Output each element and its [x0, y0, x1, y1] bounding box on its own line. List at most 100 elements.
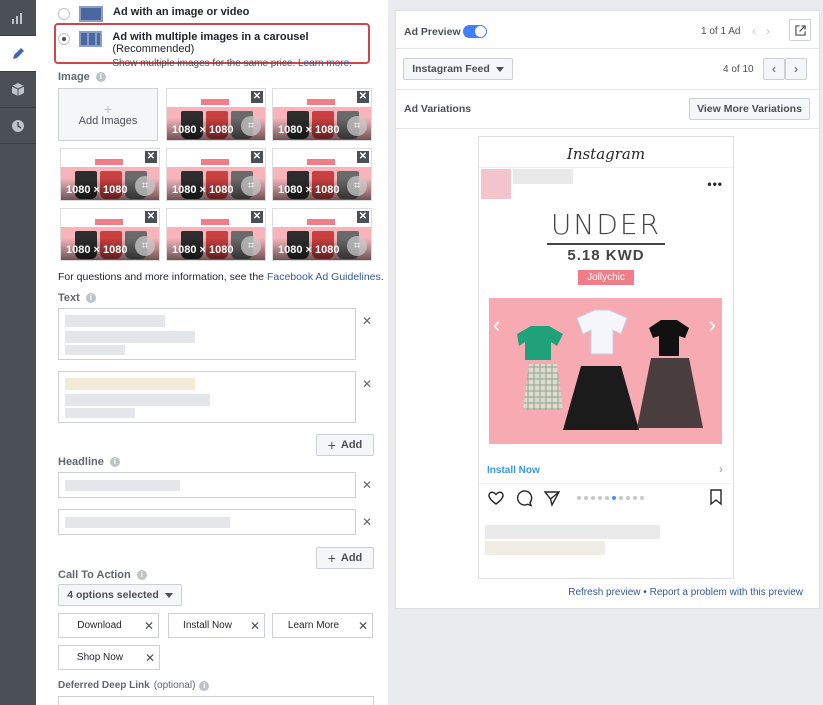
- rail-assets[interactable]: [0, 72, 36, 108]
- next-placement-button[interactable]: ›: [785, 58, 807, 80]
- thumb-size: 1080 × 1080: [172, 244, 234, 256]
- report-problem-link[interactable]: Report a problem with this preview: [650, 587, 803, 598]
- chevron-left-icon: ‹: [772, 62, 776, 76]
- cta-chip-learn-more[interactable]: Learn More ✕: [272, 613, 373, 638]
- add-text-button[interactable]: + Add: [316, 434, 374, 456]
- rail-reports[interactable]: [0, 0, 36, 36]
- cta-chip-shop-now[interactable]: Shop Now ✕: [58, 645, 160, 670]
- ad-guidelines-link[interactable]: Facebook Ad Guidelines: [267, 271, 381, 283]
- crop-icon[interactable]: ⌗: [241, 176, 261, 196]
- remove-image-icon[interactable]: ✕: [145, 211, 157, 223]
- add-headline-button[interactable]: + Add: [316, 547, 374, 569]
- crop-icon[interactable]: ⌗: [241, 116, 261, 136]
- info-icon[interactable]: i: [199, 680, 210, 691]
- cube-icon: [11, 82, 25, 96]
- remove-image-icon[interactable]: ✕: [251, 151, 263, 163]
- divider: [479, 167, 733, 168]
- info-icon[interactable]: i: [85, 293, 96, 303]
- remove-chip-icon[interactable]: ✕: [246, 619, 264, 633]
- comment-icon[interactable]: [515, 489, 533, 507]
- primary-text-field-2[interactable]: [58, 371, 356, 423]
- view-more-variations-button[interactable]: View More Variations: [689, 98, 810, 120]
- add-text-label: Add: [340, 439, 363, 451]
- remove-image-icon[interactable]: ✕: [145, 151, 157, 163]
- chevron-left-icon[interactable]: ‹: [493, 312, 500, 338]
- ad-preview-toggle[interactable]: [463, 25, 487, 38]
- carousel-card-image[interactable]: ‹ ›: [489, 298, 722, 444]
- carousel-image-thumbnail[interactable]: 1080 × 1080 ✕ ⌗: [272, 88, 372, 141]
- remove-image-icon[interactable]: ✕: [251, 211, 263, 223]
- next-ad-icon[interactable]: ›: [766, 24, 770, 38]
- crop-icon[interactable]: ⌗: [241, 236, 261, 256]
- remove-headline-1-icon[interactable]: ✕: [362, 478, 372, 492]
- remove-headline-2-icon[interactable]: ✕: [362, 515, 372, 529]
- carousel-image-thumbnail[interactable]: 1080 × 1080 ✕ ⌗: [166, 208, 266, 261]
- format-carousel-radio[interactable]: [58, 33, 70, 45]
- bookmark-icon[interactable]: [709, 489, 723, 508]
- remove-text-2-icon[interactable]: ✕: [362, 377, 372, 391]
- headline-field-1[interactable]: [58, 472, 356, 498]
- heart-icon[interactable]: [487, 489, 505, 507]
- carousel-image-thumbnail[interactable]: 1080 × 1080 ✕ ⌗: [272, 208, 372, 261]
- footer-separator: •: [643, 587, 647, 598]
- clock-icon: [12, 119, 24, 132]
- chevron-right-icon[interactable]: ›: [719, 462, 723, 476]
- share-icon[interactable]: [543, 489, 561, 507]
- prev-ad-icon[interactable]: ‹: [752, 24, 756, 38]
- primary-text-field-1[interactable]: [58, 308, 356, 360]
- prev-placement-button[interactable]: ‹: [763, 58, 785, 80]
- carousel-image-thumbnail[interactable]: 1080 × 1080 ✕ ⌗: [60, 148, 160, 201]
- thumb-tag: [201, 99, 229, 105]
- cta-chip-install-now[interactable]: Install Now ✕: [168, 613, 265, 638]
- remove-text-1-icon[interactable]: ✕: [362, 314, 372, 328]
- remove-image-icon[interactable]: ✕: [251, 91, 263, 103]
- more-options-icon[interactable]: •••: [707, 177, 723, 191]
- guidelines-prefix: For questions and more information, see …: [58, 271, 265, 283]
- headline-field-2[interactable]: [58, 509, 356, 535]
- info-icon[interactable]: i: [95, 72, 106, 82]
- remove-image-icon[interactable]: ✕: [357, 211, 369, 223]
- info-icon[interactable]: i: [136, 570, 147, 580]
- post-actions: [487, 489, 561, 507]
- open-external-button[interactable]: [789, 19, 811, 41]
- chevron-right-icon[interactable]: ›: [709, 312, 716, 338]
- cta-options-dropdown[interactable]: 4 options selected: [58, 584, 182, 606]
- carousel-image-thumbnail[interactable]: 1080 × 1080 ✕ ⌗: [60, 208, 160, 261]
- carousel-image-thumbnail[interactable]: 1080 × 1080 ✕ ⌗: [272, 148, 372, 201]
- format-single-option[interactable]: Ad with an image or video: [58, 6, 249, 22]
- crop-icon[interactable]: ⌗: [135, 176, 155, 196]
- plus-icon: +: [327, 550, 336, 566]
- placement-dropdown[interactable]: Instagram Feed: [403, 58, 513, 80]
- install-now-link[interactable]: Install Now: [487, 465, 540, 476]
- format-single-label: Ad with an image or video: [113, 6, 250, 18]
- add-images-button[interactable]: + Add Images: [58, 88, 158, 141]
- thumb-tag: [307, 99, 335, 105]
- remove-chip-icon[interactable]: ✕: [140, 619, 158, 633]
- cta-chip-label: Download: [77, 620, 122, 631]
- remove-image-icon[interactable]: ✕: [357, 151, 369, 163]
- info-icon[interactable]: i: [109, 457, 120, 467]
- ad-count: 1 of 1 Ad: [701, 26, 741, 37]
- format-carousel-option[interactable]: Ad with multiple images in a carousel (R…: [58, 31, 388, 69]
- crop-icon[interactable]: ⌗: [135, 236, 155, 256]
- carousel-image-thumbnail[interactable]: 1080 × 1080 ✕ ⌗: [166, 88, 266, 141]
- crop-icon[interactable]: ⌗: [347, 116, 367, 136]
- crop-icon[interactable]: ⌗: [347, 236, 367, 256]
- rail-history[interactable]: [0, 108, 36, 144]
- carousel-image-thumbnail[interactable]: 1080 × 1080 ✕ ⌗: [166, 148, 266, 201]
- cta-chip-download[interactable]: Download ✕: [58, 613, 159, 638]
- rail-edit[interactable]: [0, 36, 36, 72]
- deferred-deep-link-input[interactable]: [58, 696, 374, 705]
- brand-tag: Jollychic: [578, 270, 634, 285]
- thumb-tag: [307, 159, 335, 165]
- ad-preview-panel: Ad Preview 1 of 1 Ad ‹ › Instagram Feed …: [395, 10, 820, 609]
- refresh-preview-link[interactable]: Refresh preview: [568, 587, 640, 598]
- learn-more-link[interactable]: Learn more.: [298, 58, 352, 69]
- remove-image-icon[interactable]: ✕: [357, 91, 369, 103]
- remove-chip-icon[interactable]: ✕: [141, 651, 159, 665]
- format-single-radio[interactable]: [58, 8, 70, 20]
- caption-line: [485, 541, 605, 555]
- crop-icon[interactable]: ⌗: [347, 176, 367, 196]
- instagram-preview: Instagram ••• UNDER 5.18 KWD Jollychic ‹…: [478, 136, 734, 579]
- remove-chip-icon[interactable]: ✕: [354, 619, 372, 633]
